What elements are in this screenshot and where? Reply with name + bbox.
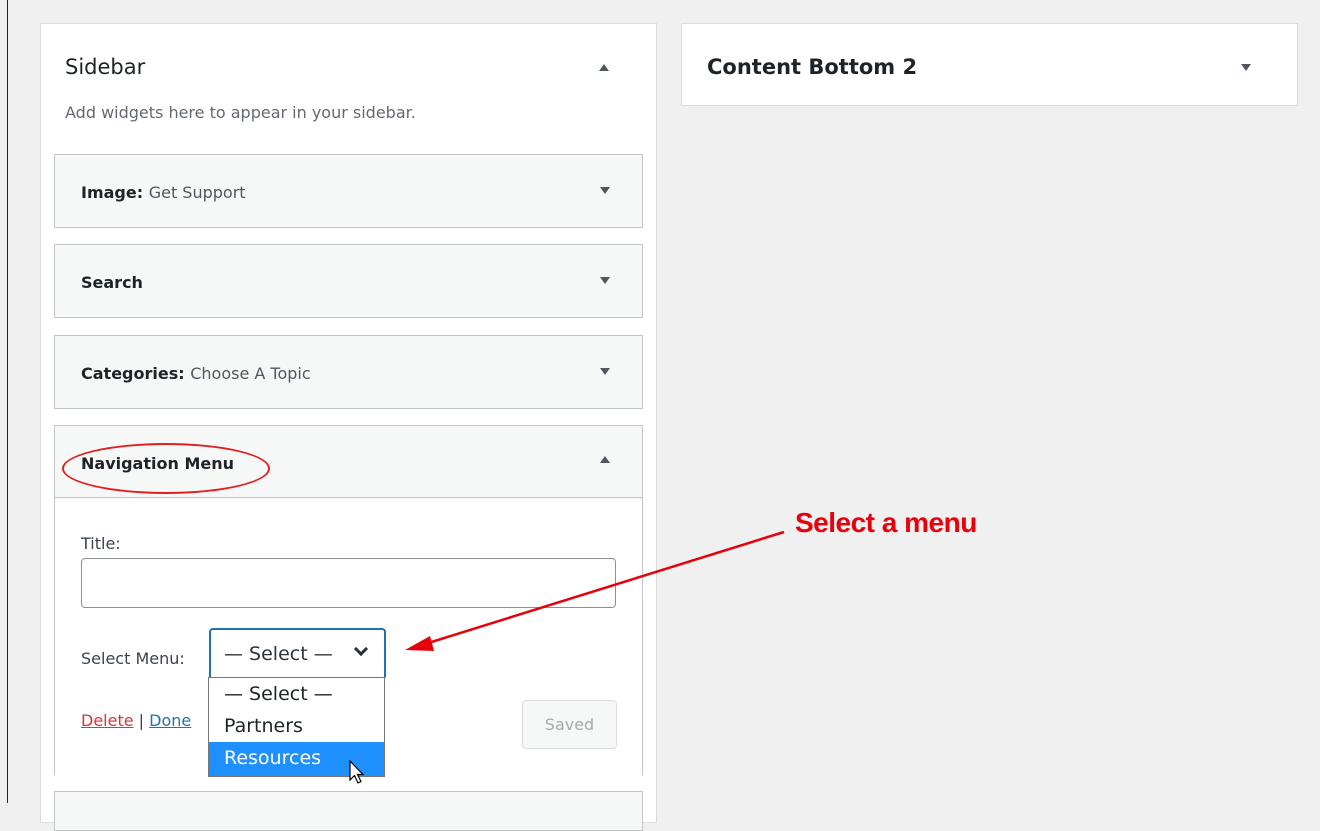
widget-title: Image: Get Support <box>81 183 246 202</box>
widget-search[interactable]: Search <box>54 244 643 318</box>
select-menu-value: — Select — <box>224 643 333 665</box>
mouse-pointer-icon <box>349 760 365 784</box>
widget-area-title[interactable]: Sidebar <box>65 55 145 79</box>
widget-header[interactable]: Image: Get Support <box>55 155 642 227</box>
widget-title: Categories: Choose A Topic <box>81 364 311 383</box>
widget-area-description: Add widgets here to appear in your sideb… <box>65 103 416 122</box>
expand-caret-icon[interactable] <box>600 368 610 375</box>
delete-link[interactable]: Delete <box>81 711 134 730</box>
separator: | <box>138 711 145 730</box>
expand-caret-icon[interactable] <box>600 277 610 284</box>
title-input[interactable] <box>81 558 616 608</box>
widget-title-name: Categories: <box>81 364 185 383</box>
option-select[interactable]: — Select — <box>209 678 384 710</box>
expand-caret-icon[interactable] <box>1241 64 1251 71</box>
select-menu-label: Select Menu: <box>81 649 185 668</box>
widget-area-title[interactable]: Content Bottom 2 <box>707 55 917 79</box>
widget-categories[interactable]: Categories: Choose A Topic <box>54 335 643 409</box>
widget-header[interactable]: Categories: Choose A Topic <box>55 336 642 408</box>
widget-title-name: Navigation Menu <box>81 454 234 473</box>
chevron-down-icon <box>353 641 369 657</box>
widget-title-instance: Get Support <box>148 183 246 202</box>
option-partners[interactable]: Partners <box>209 710 384 742</box>
widget-actions: Delete | Done <box>81 711 191 730</box>
widget-image[interactable]: Image: Get Support <box>54 154 643 228</box>
title-label: Title: <box>81 534 121 553</box>
widget-title: Navigation Menu <box>81 454 234 473</box>
select-menu-dropdown[interactable]: — Select — <box>209 628 386 680</box>
widget-title: Search <box>81 273 143 292</box>
widget-header[interactable]: Navigation Menu <box>55 426 642 498</box>
widget-title-name: Search <box>81 273 143 292</box>
widget-header[interactable]: Search <box>55 245 642 317</box>
saved-button[interactable]: Saved <box>522 700 617 749</box>
widget-next[interactable] <box>54 791 643 831</box>
widget-title-instance: Choose A Topic <box>190 364 311 383</box>
collapse-caret-icon[interactable] <box>600 456 610 463</box>
annotation-label: Select a menu <box>795 507 977 538</box>
done-link[interactable]: Done <box>149 711 191 730</box>
widget-title-name: Image: <box>81 183 144 202</box>
expand-caret-icon[interactable] <box>600 187 610 194</box>
collapse-caret-icon[interactable] <box>599 64 609 71</box>
widget-area-content-bottom-2: Content Bottom 2 <box>681 23 1298 106</box>
